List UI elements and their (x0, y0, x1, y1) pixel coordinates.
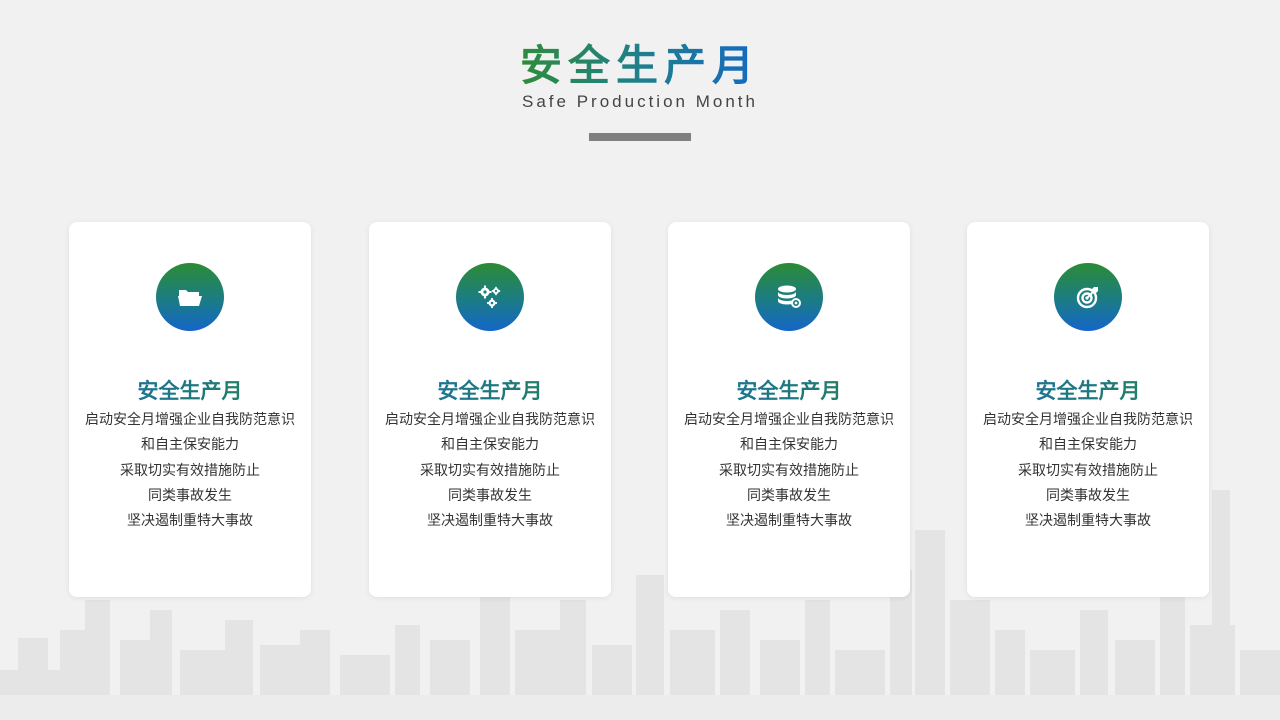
card-line: 和自主保安能力 (1039, 437, 1137, 454)
card-title: 安全生产月 (967, 376, 1209, 406)
card-description: 启动安全月增强企业自我防范意识 和自主保安能力 采取切实有效措施防止 同类事故发… (967, 408, 1209, 534)
feature-card: 安全生产月 启动安全月增强企业自我防范意识 和自主保安能力 采取切实有效措施防止… (668, 222, 910, 597)
card-line: 和自主保安能力 (441, 437, 539, 454)
card-line: 采取切实有效措施防止 (120, 462, 260, 479)
database-gear-icon (755, 263, 823, 331)
card-line: 和自主保安能力 (740, 437, 838, 454)
card-line: 采取切实有效措施防止 (420, 462, 560, 479)
card-line: 启动安全月增强企业自我防范意识 (385, 412, 595, 428)
card-line: 坚决遏制重特大事故 (127, 513, 253, 530)
card-line: 采取切实有效措施防止 (719, 462, 859, 479)
folder-open-icon (156, 263, 224, 331)
title-divider (589, 133, 691, 141)
page-subtitle: Safe Production Month (522, 92, 758, 111)
header: 安全生产月 Safe Production Month (0, 40, 1280, 112)
card-line: 坚决遏制重特大事故 (1025, 513, 1151, 530)
card-line: 坚决遏制重特大事故 (427, 513, 553, 530)
card-line: 启动安全月增强企业自我防范意识 (85, 412, 295, 428)
card-line: 同类事故发生 (148, 487, 232, 504)
card-line: 同类事故发生 (1046, 487, 1130, 504)
feature-card: 安全生产月 启动安全月增强企业自我防范意识 和自主保安能力 采取切实有效措施防止… (69, 222, 311, 597)
card-line: 同类事故发生 (747, 487, 831, 504)
card-line: 同类事故发生 (448, 487, 532, 504)
card-description: 启动安全月增强企业自我防范意识 和自主保安能力 采取切实有效措施防止 同类事故发… (69, 408, 311, 534)
card-line: 启动安全月增强企业自我防范意识 (983, 412, 1193, 428)
card-description: 启动安全月增强企业自我防范意识 和自主保安能力 采取切实有效措施防止 同类事故发… (668, 408, 910, 534)
gears-icon (456, 263, 524, 331)
page-title: 安全生产月 (519, 41, 760, 90)
card-title: 安全生产月 (668, 376, 910, 406)
card-line: 坚决遏制重特大事故 (726, 513, 852, 530)
card-line: 和自主保安能力 (141, 437, 239, 454)
feature-card: 安全生产月 启动安全月增强企业自我防范意识 和自主保安能力 采取切实有效措施防止… (369, 222, 611, 597)
card-title: 安全生产月 (69, 376, 311, 406)
card-title: 安全生产月 (369, 376, 611, 406)
card-line: 采取切实有效措施防止 (1018, 462, 1158, 479)
feature-card: 安全生产月 启动安全月增强企业自我防范意识 和自主保安能力 采取切实有效措施防止… (967, 222, 1209, 597)
card-line: 启动安全月增强企业自我防范意识 (684, 412, 894, 428)
target-icon (1054, 263, 1122, 331)
card-description: 启动安全月增强企业自我防范意识 和自主保安能力 采取切实有效措施防止 同类事故发… (369, 408, 611, 534)
